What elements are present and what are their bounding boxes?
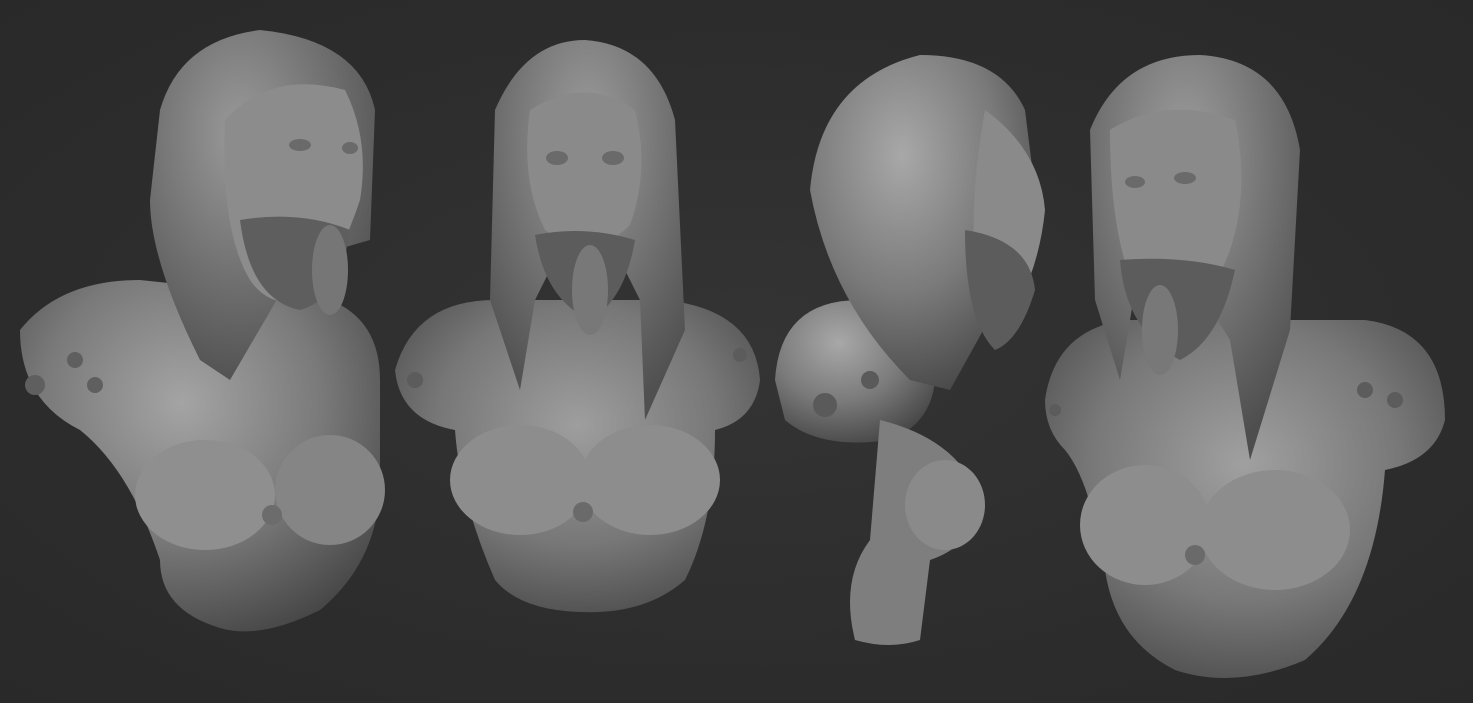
sculpt-bust-front <box>385 0 770 703</box>
sculpt-bust-three-quarter-right <box>0 0 400 703</box>
sculpt-bust-three-quarter-left <box>1035 0 1473 703</box>
bust-render <box>1045 55 1445 678</box>
bust-render <box>395 40 760 613</box>
bust-render <box>775 55 1045 645</box>
viewport-canvas <box>0 0 1473 703</box>
bust-render <box>20 30 385 632</box>
sculpt-bust-side-profile <box>770 0 1055 703</box>
